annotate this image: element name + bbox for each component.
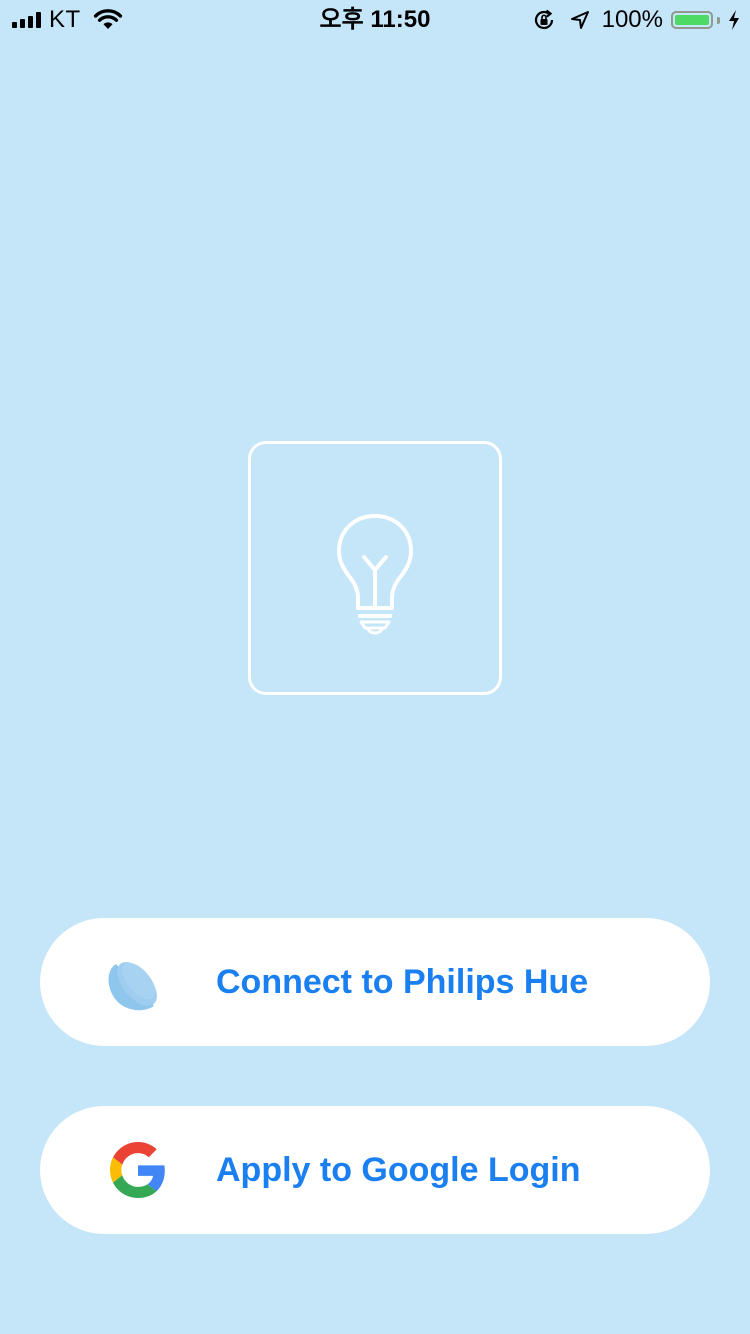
battery-cap [717, 16, 720, 24]
lightbulb-icon [337, 514, 413, 635]
location-icon [570, 10, 590, 30]
google-icon [102, 1142, 165, 1202]
philips-hue-icon [102, 954, 162, 1014]
connect-philips-hue-label: Connect to Philips Hue [216, 963, 589, 1001]
lightbulb-tile[interactable] [248, 441, 502, 695]
orientation-lock-icon [532, 8, 556, 32]
google-login-button[interactable]: Apply to Google Login [40, 1106, 710, 1234]
status-bar-right: 100% [532, 6, 740, 34]
connect-philips-hue-button[interactable]: Connect to Philips Hue [40, 918, 710, 1046]
battery-level [675, 15, 709, 25]
charging-icon [728, 10, 740, 30]
battery-percent: 100% [601, 6, 663, 33]
battery-icon [671, 11, 713, 29]
status-bar: KT 오후 11:50 100% [0, 0, 750, 40]
google-login-label: Apply to Google Login [216, 1151, 581, 1189]
